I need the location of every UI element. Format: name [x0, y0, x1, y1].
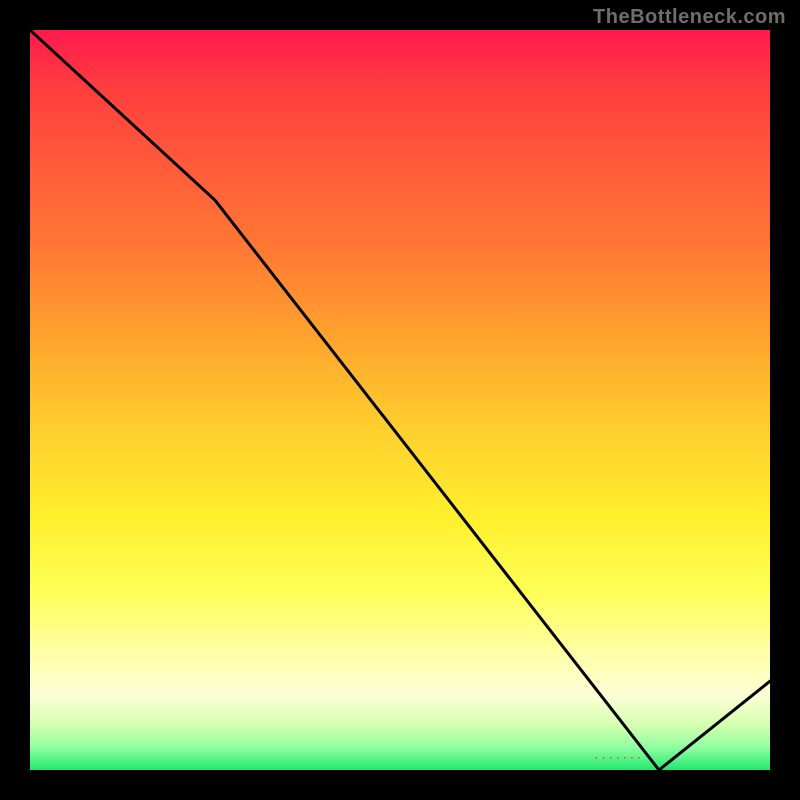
- optimal-band-marker: · · · · · · ·: [595, 753, 641, 764]
- plot-area: · · · · · · ·: [30, 30, 770, 770]
- bottleneck-curve: [30, 30, 770, 770]
- chart-frame: TheBottleneck.com · · · · · · ·: [0, 0, 800, 800]
- watermark-label: TheBottleneck.com: [593, 6, 786, 29]
- curve-layer: [30, 30, 770, 770]
